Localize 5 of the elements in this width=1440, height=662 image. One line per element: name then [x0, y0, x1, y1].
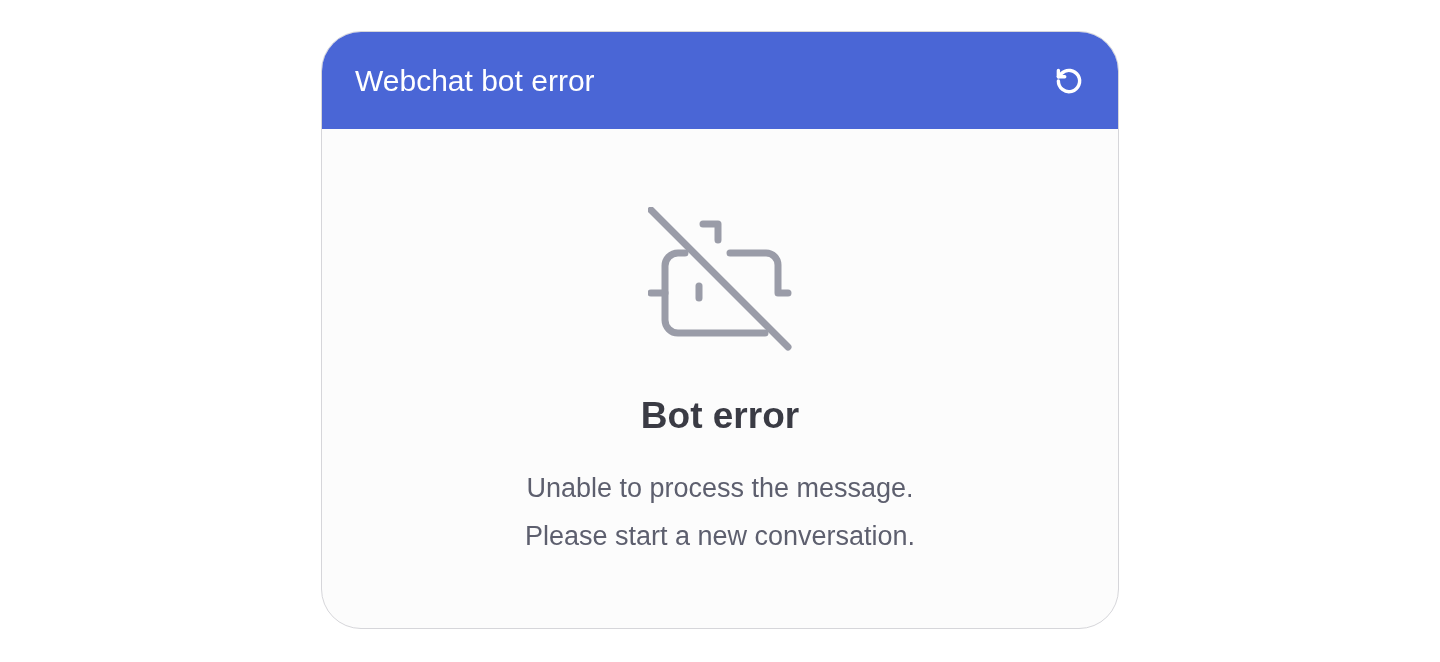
bot-disabled-icon — [647, 207, 793, 352]
window-title: Webchat bot error — [355, 63, 595, 99]
error-message: Please start a new conversation. — [524, 519, 916, 553]
error-heading: Bot error — [640, 394, 800, 438]
error-message: Unable to process the message. — [525, 471, 915, 505]
